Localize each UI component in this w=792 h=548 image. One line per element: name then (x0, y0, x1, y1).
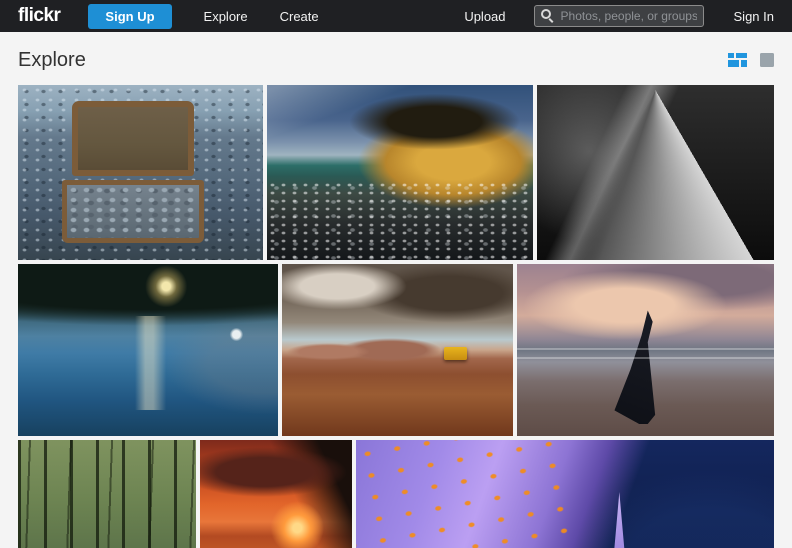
photo-suitcase-rocks[interactable] (18, 85, 263, 260)
nav-link-create[interactable]: Create (280, 9, 319, 24)
justified-layout-icon[interactable] (728, 53, 747, 67)
photo-bw-skyscraper[interactable] (537, 85, 774, 260)
page-title: Explore (18, 49, 86, 72)
photo-row-1 (18, 85, 774, 260)
photo-row-2 (18, 264, 774, 436)
suitcase-base-shape (62, 180, 204, 243)
main-content: Explore (0, 48, 792, 548)
page-header: Explore (18, 48, 774, 72)
photo-desert-bus[interactable] (282, 264, 513, 436)
search-icon (541, 9, 551, 19)
suitcase-lid-shape (72, 101, 195, 176)
square-layout-icon[interactable] (760, 53, 774, 67)
sign-up-button[interactable]: Sign Up (88, 4, 171, 29)
photo-night-cove[interactable] (18, 264, 278, 436)
figure-silhouette-shape (610, 310, 672, 424)
photo-golden-cliff[interactable] (267, 85, 533, 260)
bus-shape (444, 347, 467, 361)
sign-in-link[interactable]: Sign In (734, 9, 774, 24)
search-box (534, 5, 704, 27)
photo-green-forest[interactable] (18, 440, 196, 548)
photo-row-3 (18, 440, 774, 548)
photo-orange-sunset[interactable] (200, 440, 352, 548)
view-toggle-group (728, 53, 774, 67)
spire-shape (603, 492, 636, 548)
photo-beach-figure[interactable] (517, 264, 774, 436)
top-navbar: flickr Sign Up Explore Create Upload Sig… (0, 0, 792, 32)
nav-link-explore[interactable]: Explore (204, 9, 248, 24)
flickr-logo[interactable]: flickr (18, 5, 60, 27)
search-input[interactable] (534, 5, 704, 27)
photo-purple-palace[interactable] (356, 440, 774, 548)
upload-link[interactable]: Upload (464, 9, 505, 24)
